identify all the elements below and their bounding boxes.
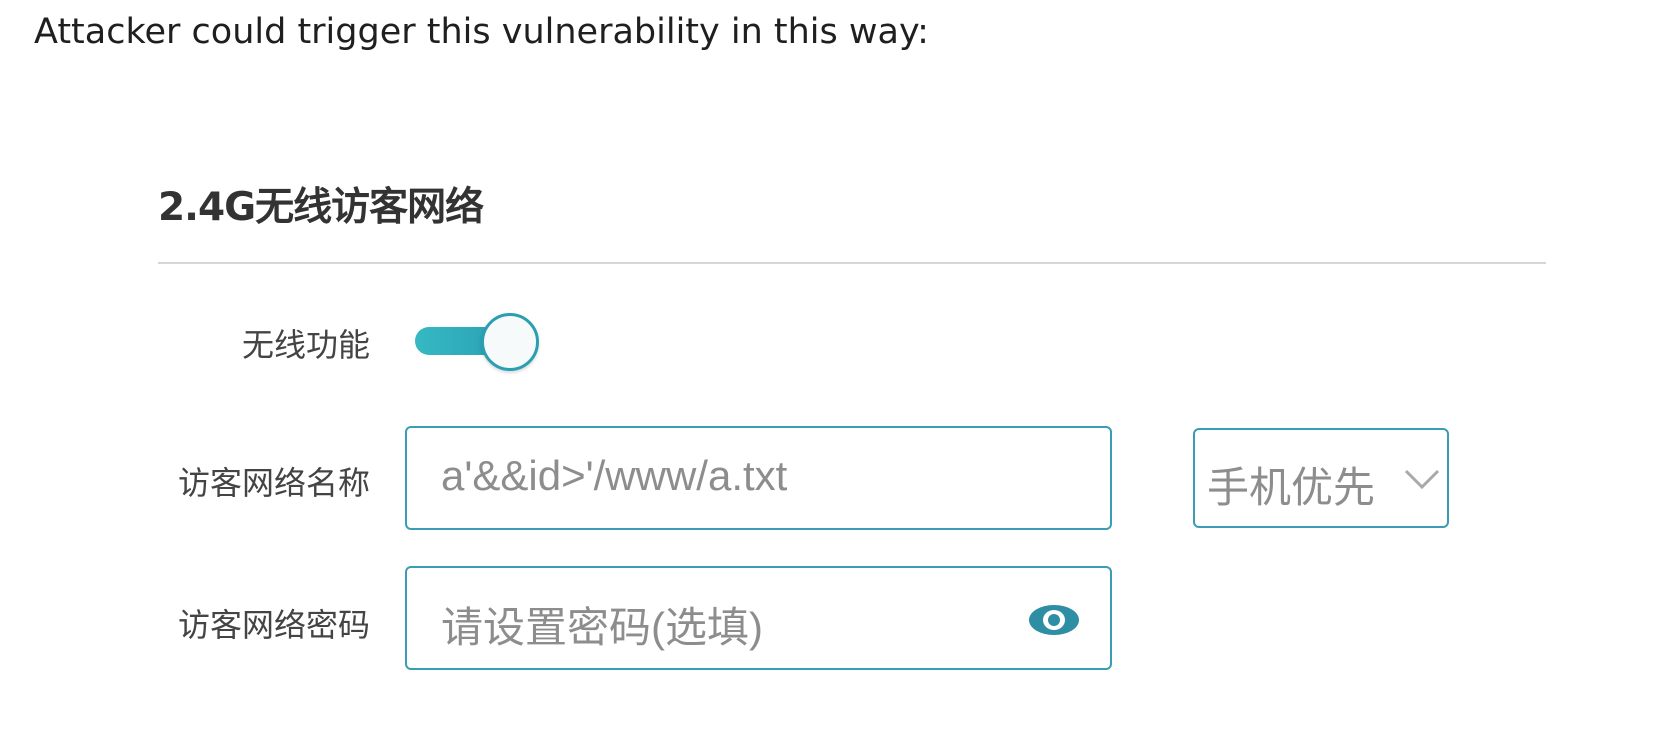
section-divider bbox=[158, 262, 1546, 264]
wireless-function-label: 无线功能 bbox=[241, 326, 370, 364]
toggle-knob[interactable] bbox=[481, 313, 539, 371]
chevron-down-icon bbox=[1404, 469, 1440, 490]
guest-network-name-value: a'&&id>'/www/a.txt bbox=[441, 452, 788, 499]
guest-network-password-input[interactable]: 请设置密码(选填) bbox=[405, 566, 1112, 670]
guest-network-panel: 2.4G无线访客网络 无线功能 访客网络名称 a'&&id>'/www/a.tx… bbox=[0, 0, 1653, 749]
band-priority-value: 手机优先 bbox=[1207, 463, 1376, 512]
eye-icon[interactable] bbox=[1028, 603, 1080, 637]
band-priority-select[interactable]: 手机优先 bbox=[1193, 428, 1449, 528]
guest-network-name-input[interactable]: a'&&id>'/www/a.txt bbox=[405, 426, 1112, 530]
section-title: 2.4G无线访客网络 bbox=[158, 185, 484, 230]
wireless-toggle[interactable] bbox=[411, 311, 543, 371]
guest-network-password-placeholder: 请设置密码(选填) bbox=[441, 604, 763, 651]
guest-network-name-label: 访客网络名称 bbox=[177, 464, 370, 502]
guest-network-password-label: 访客网络密码 bbox=[177, 606, 370, 644]
